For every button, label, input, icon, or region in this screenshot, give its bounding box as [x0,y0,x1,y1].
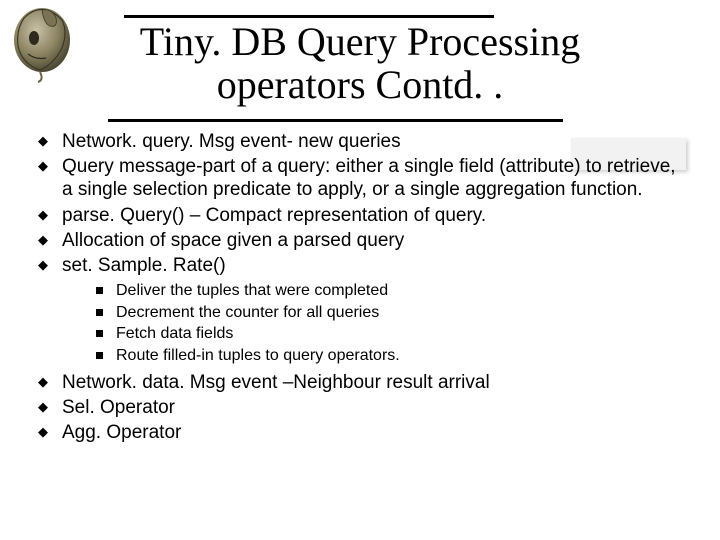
list-item: Network. data. Msg event –Neighbour resu… [34,371,690,394]
list-item: Deliver the tuples that were completed [94,281,690,301]
decorative-rule-bottom [108,119,563,122]
list-item: set. Sample. Rate() [34,254,690,277]
bullet-list-2: Network. data. Msg event –Neighbour resu… [34,371,690,445]
slide: Tiny. DB Query Processing operators Cont… [0,0,720,540]
slide-title: Tiny. DB Query Processing operators Cont… [0,20,720,106]
list-item: Decrement the counter for all queries [94,303,690,323]
list-item: Sel. Operator [34,396,690,419]
slide-body: Network. query. Msg event- new queries Q… [34,130,690,447]
bullet-text: set. Sample. Rate() [62,255,226,276]
sub-bullet-text: Route filled-in tuples to query operator… [116,347,400,364]
bullet-text: Network. data. Msg event –Neighbour resu… [62,372,490,393]
decorative-rule-top [124,15,494,18]
bullet-text: Sel. Operator [62,397,175,418]
list-item: Route filled-in tuples to query operator… [94,346,690,366]
sub-bullet-list: Deliver the tuples that were completed D… [94,281,690,365]
title-line-1: Tiny. DB Query Processing [140,19,580,64]
list-item: Query message-part of a query: either a … [34,155,690,201]
sub-bullet-text: Deliver the tuples that were completed [116,282,388,299]
title-line-2: operators Contd. . [217,62,504,107]
list-item: parse. Query() – Compact representation … [34,204,690,227]
list-item: Allocation of space given a parsed query [34,229,690,252]
bullet-text: parse. Query() – Compact representation … [62,205,486,226]
bullet-text: Allocation of space given a parsed query [62,230,404,251]
bullet-text: Agg. Operator [62,422,181,443]
bullet-list: Network. query. Msg event- new queries Q… [34,130,690,277]
bullet-text: Network. query. Msg event- new queries [62,131,401,152]
list-item: Network. query. Msg event- new queries [34,130,690,153]
bullet-text: Query message-part of a query: either a … [62,156,676,200]
sub-bullet-text: Decrement the counter for all queries [116,304,379,321]
list-item: Fetch data fields [94,324,690,344]
sub-bullet-text: Fetch data fields [116,325,233,342]
list-item: Agg. Operator [34,421,690,444]
